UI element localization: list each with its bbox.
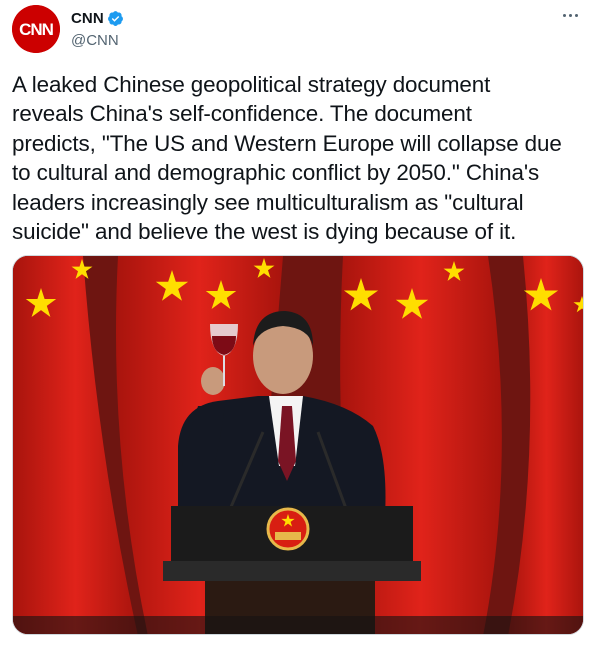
photo-icon: [13, 256, 583, 634]
avatar-logo-text: CNN: [19, 20, 54, 39]
author-block: CNN @CNN: [71, 8, 124, 49]
author-avatar[interactable]: CNN: [12, 5, 60, 53]
more-options-icon[interactable]: [558, 4, 582, 26]
tweet-photo[interactable]: [12, 255, 584, 635]
cnn-logo-icon: CNN: [12, 5, 60, 53]
author-handle[interactable]: @CNN: [71, 32, 124, 49]
verified-badge-icon: [107, 10, 123, 26]
tweet-text: A leaked Chinese geopolitical strategy d…: [12, 72, 562, 245]
author-name[interactable]: CNN: [71, 10, 104, 27]
tweet-card[interactable]: CNN CNN @CNN A leaked Chinese geopolitic…: [0, 0, 596, 645]
